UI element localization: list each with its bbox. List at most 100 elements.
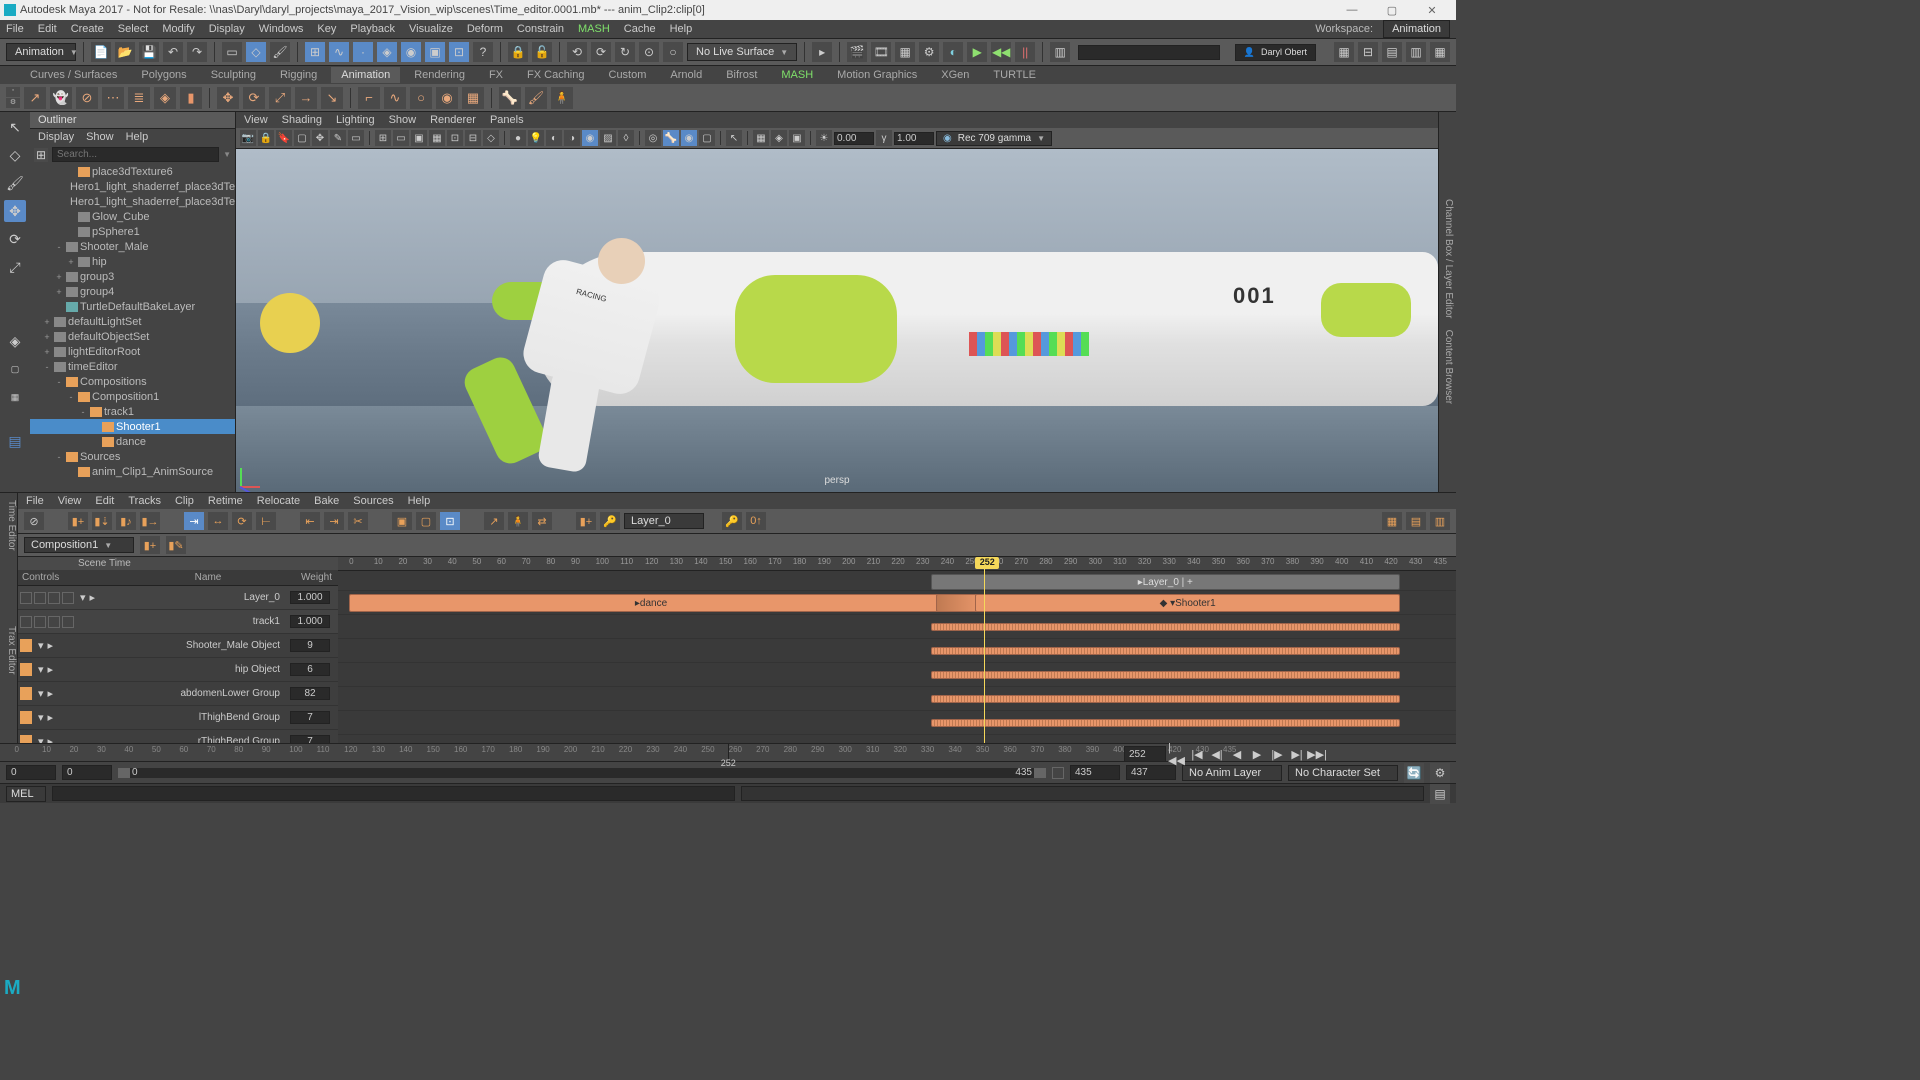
outliner-item[interactable]: -track1 (30, 404, 235, 419)
anim-start-input[interactable] (6, 765, 56, 780)
vp-xray-button[interactable]: ◊ (618, 130, 634, 146)
vp-xray-joints-button[interactable]: 🦴 (663, 130, 679, 146)
menu-playback[interactable]: Playback (350, 23, 395, 35)
vp-shadows-button[interactable]: ◐ (546, 130, 562, 146)
menu-deform[interactable]: Deform (467, 23, 503, 35)
layout-four-button[interactable]: ▦ (4, 386, 26, 408)
character-set-dropdown[interactable]: No Character Set (1288, 765, 1398, 781)
render-view-button[interactable]: 🎬 (847, 42, 867, 62)
last-tool[interactable]: ◈ (4, 330, 26, 352)
track-weight-input[interactable] (290, 639, 330, 652)
outliner-item[interactable]: -timeEditor (30, 359, 235, 374)
vp-aa-button[interactable]: ▢ (699, 130, 715, 146)
te-menu-file[interactable]: File (26, 495, 44, 507)
track-weight-input[interactable] (290, 711, 330, 724)
menu-visualize[interactable]: Visualize (409, 23, 453, 35)
outliner-item[interactable]: -Sources (30, 449, 235, 464)
shelf-ik-icon[interactable]: ⌐ (358, 87, 380, 109)
te-newcomp-button[interactable]: ▮+ (140, 536, 160, 554)
track-weight-input[interactable] (290, 591, 330, 604)
outliner-item[interactable]: place3dTexture6 (30, 164, 235, 179)
play-icon[interactable]: ▸ (48, 711, 54, 724)
te-addaudio-button[interactable]: ▮♪ (116, 512, 136, 530)
outliner-item[interactable]: Hero1_light_shaderref_place3dTexture6 (30, 194, 235, 209)
shelf-ikspline-icon[interactable]: ∿ (384, 87, 406, 109)
outliner-item[interactable]: -Composition1 (30, 389, 235, 404)
shelf-tab-rigging[interactable]: Rigging (270, 67, 327, 83)
range-lock-button[interactable] (1052, 767, 1064, 779)
vp-exposure-input[interactable] (834, 132, 874, 145)
step-back-button[interactable]: ◀| (1208, 746, 1226, 762)
sym-off-button[interactable]: ○ (663, 42, 683, 62)
te-addpose-button[interactable]: ▮⇣ (92, 512, 112, 530)
shelf-translate-icon[interactable]: ✥ (217, 87, 239, 109)
save-scene-button[interactable]: 💾 (139, 42, 159, 62)
outliner-toggle-button[interactable]: ▤ (4, 430, 26, 452)
mode-dropdown[interactable]: Animation▼ (6, 43, 76, 61)
channel-box-tab[interactable]: Channel Box / Layer Editor (1443, 199, 1454, 319)
human-ik-button[interactable]: ⊟ (1358, 42, 1378, 62)
clip-crossfade[interactable] (936, 594, 981, 612)
te-menu-retime[interactable]: Retime (208, 495, 243, 507)
expand-icon[interactable]: ▾ (38, 663, 44, 676)
vp-field-chart-button[interactable]: ▦ (429, 130, 445, 146)
clip-shooter1[interactable]: ◆ ▾ Shooter1 (975, 594, 1400, 612)
menu-select[interactable]: Select (118, 23, 149, 35)
timeline-area[interactable]: 0102030405060708090100110120130140150160… (338, 557, 1456, 743)
script-editor-button[interactable]: ▤ (1430, 784, 1450, 804)
shelf-aim-icon[interactable]: → (295, 87, 317, 109)
shelf-tab-polygons[interactable]: Polygons (131, 67, 196, 83)
expander-icon[interactable]: - (66, 392, 76, 402)
redo-button[interactable]: ↷ (187, 42, 207, 62)
rewind-button[interactable]: ◀◀ (991, 42, 1011, 62)
clip-area[interactable]: ▸ Layer_0 | + ▸ dance ◆ ▾ Shooter1 (338, 571, 1456, 735)
shelf-paint-skin-icon[interactable]: 🖌 (525, 87, 547, 109)
outliner-menu-display[interactable]: Display (38, 131, 74, 143)
vp-grid-button[interactable]: ⊞ (375, 130, 391, 146)
track-row[interactable]: track1 (18, 610, 338, 634)
vp-show-poly-button[interactable]: ▣ (789, 130, 805, 146)
subclip-abdomen[interactable] (931, 671, 1401, 679)
te-loop-button[interactable]: ⟳ (232, 512, 252, 530)
track-row[interactable]: ▾▸Shooter_Male Object (18, 634, 338, 658)
track-row[interactable]: ▾▸hip Object (18, 658, 338, 682)
expand-icon[interactable]: ▾ (38, 639, 44, 652)
modeling-toolkit-button[interactable]: ▦ (1334, 42, 1354, 62)
workspace-dropdown[interactable]: Animation (1383, 20, 1450, 38)
te-key-button[interactable]: 🔑 (722, 512, 742, 530)
shelf-tab-sculpting[interactable]: Sculpting (201, 67, 266, 83)
panel-layout-button[interactable]: ▥ (1050, 42, 1070, 62)
range-handle-right[interactable] (1034, 768, 1046, 778)
move-tool[interactable]: ✥ (4, 200, 26, 222)
prefs-button[interactable]: ⚙ (1430, 763, 1450, 783)
vp-ao-button[interactable]: ◑ (564, 130, 580, 146)
live-surface-dropdown[interactable]: No Live Surface▼ (687, 43, 797, 61)
range-slider[interactable]: 0102030405060708090100110120130140150160… (0, 743, 1456, 761)
vp-menu-shading[interactable]: Shading (282, 114, 322, 126)
render-current-button[interactable]: 🎞 (871, 42, 891, 62)
account-badge[interactable]: 👤 Daryl Obert (1235, 44, 1316, 61)
outliner-tab[interactable]: Outliner (30, 112, 235, 129)
te-menu-tracks[interactable]: Tracks (128, 495, 161, 507)
te-menu-sources[interactable]: Sources (353, 495, 393, 507)
vp-film-gate-button[interactable]: ▭ (348, 130, 364, 146)
outliner-item[interactable]: -Compositions (30, 374, 235, 389)
select-tool[interactable]: ↖ (4, 116, 26, 138)
te-editcomp-button[interactable]: ▮✎ (166, 536, 186, 554)
outliner-item[interactable]: +hip (30, 254, 235, 269)
expander-icon[interactable]: - (54, 242, 64, 252)
viewport-3d[interactable]: 001 RACING persp (236, 149, 1438, 492)
te-relocator-button[interactable]: ↗ (484, 512, 504, 530)
outliner-item[interactable]: Glow_Cube (30, 209, 235, 224)
range-bar[interactable]: 0 435 (118, 768, 1046, 778)
command-search-input[interactable] (1078, 45, 1220, 60)
maximize-button[interactable]: ▢ (1372, 4, 1412, 17)
expand-icon[interactable]: ▾ (38, 687, 44, 700)
sym-y-button[interactable]: ⟳ (591, 42, 611, 62)
vp-menu-renderer[interactable]: Renderer (430, 114, 476, 126)
sym-x-button[interactable]: ⟲ (567, 42, 587, 62)
autokey-button[interactable]: 🔄 (1404, 763, 1424, 783)
te-menu-view[interactable]: View (58, 495, 82, 507)
snap-plane-button[interactable]: ◈ (377, 42, 397, 62)
snap-toggle-button[interactable]: ⊡ (449, 42, 469, 62)
